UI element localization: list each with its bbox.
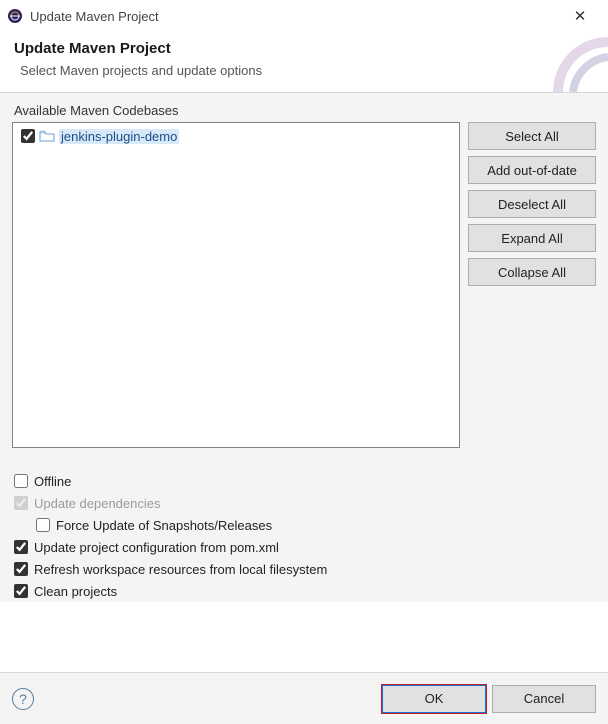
force-update-checkbox[interactable] [36, 518, 50, 532]
project-folder-icon [39, 128, 55, 144]
clean-option[interactable]: Clean projects [14, 580, 596, 602]
force-update-option[interactable]: Force Update of Snapshots/Releases [36, 514, 596, 536]
update-deps-label: Update dependencies [34, 496, 161, 511]
refresh-ws-label: Refresh workspace resources from local f… [34, 562, 327, 577]
clean-checkbox[interactable] [14, 584, 28, 598]
tree-item-label: jenkins-plugin-demo [59, 129, 179, 144]
dialog-header: Update Maven Project Select Maven projec… [0, 32, 608, 93]
offline-option[interactable]: Offline [14, 470, 596, 492]
tree-item[interactable]: jenkins-plugin-demo [17, 127, 455, 145]
update-deps-checkbox [14, 496, 28, 510]
force-update-label: Force Update of Snapshots/Releases [56, 518, 272, 533]
offline-checkbox[interactable] [14, 474, 28, 488]
collapse-all-button[interactable]: Collapse All [468, 258, 596, 286]
expand-all-button[interactable]: Expand All [468, 224, 596, 252]
update-config-label: Update project configuration from pom.xm… [34, 540, 279, 555]
ok-button[interactable]: OK [382, 685, 486, 713]
cancel-button[interactable]: Cancel [492, 685, 596, 713]
help-icon[interactable]: ? [12, 688, 34, 710]
titlebar: Update Maven Project ✕ [0, 0, 608, 32]
refresh-ws-checkbox[interactable] [14, 562, 28, 576]
update-config-checkbox[interactable] [14, 540, 28, 554]
tree-side-buttons: Select All Add out-of-date Deselect All … [468, 122, 596, 448]
add-out-of-date-button[interactable]: Add out-of-date [468, 156, 596, 184]
update-config-option[interactable]: Update project configuration from pom.xm… [14, 536, 596, 558]
dialog-body: Available Maven Codebases jenkins-plugin… [0, 93, 608, 602]
window-title: Update Maven Project [30, 9, 560, 24]
offline-label: Offline [34, 474, 71, 489]
eclipse-icon [6, 7, 24, 25]
tree-item-checkbox[interactable] [21, 129, 35, 143]
codebases-label: Available Maven Codebases [14, 103, 596, 118]
select-all-button[interactable]: Select All [468, 122, 596, 150]
close-icon[interactable]: ✕ [560, 7, 600, 25]
dialog-description: Select Maven projects and update options [20, 63, 592, 78]
dialog-footer: ? OK Cancel [0, 672, 608, 724]
dialog-title: Update Maven Project [14, 40, 592, 57]
options-group: Offline Update dependencies Force Update… [12, 470, 596, 602]
clean-label: Clean projects [34, 584, 117, 599]
refresh-ws-option[interactable]: Refresh workspace resources from local f… [14, 558, 596, 580]
deselect-all-button[interactable]: Deselect All [468, 190, 596, 218]
codebases-tree[interactable]: jenkins-plugin-demo [12, 122, 460, 448]
header-decor [538, 34, 608, 92]
update-deps-option: Update dependencies [14, 492, 596, 514]
